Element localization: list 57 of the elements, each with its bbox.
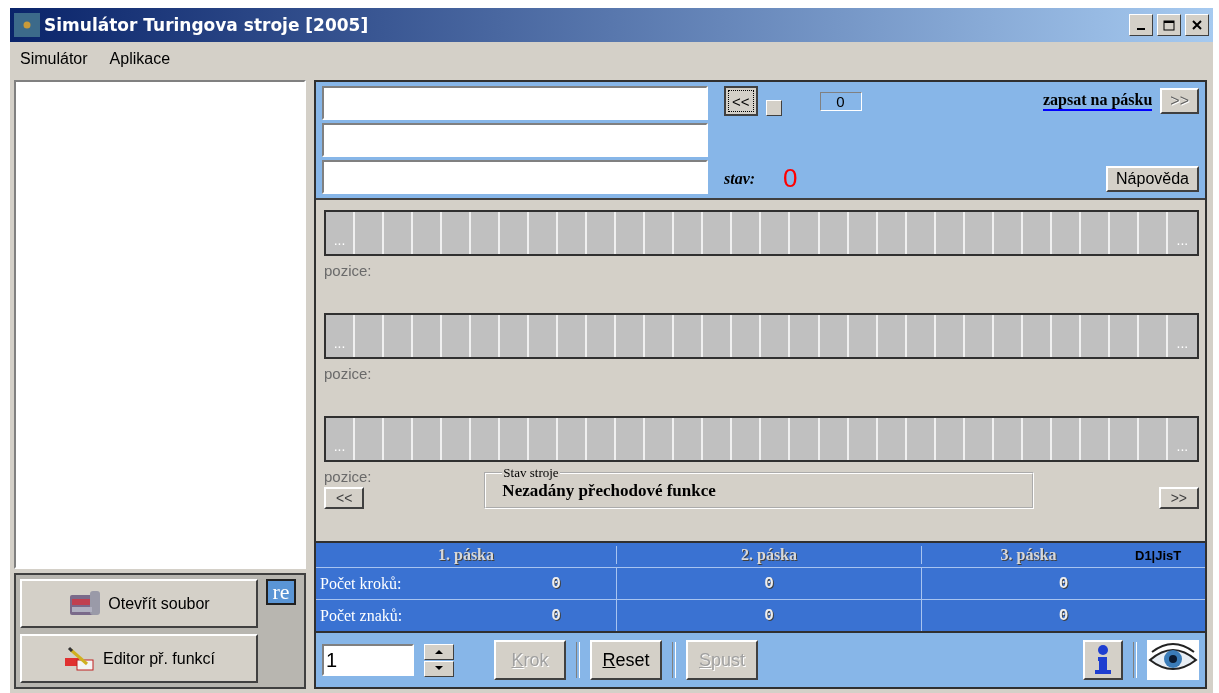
close-icon: [1192, 20, 1202, 30]
tape-start: ...: [326, 418, 355, 460]
eye-icon[interactable]: [1147, 640, 1199, 680]
editor-button[interactable]: Editor př. funkcí: [20, 634, 258, 683]
machine-state-message: Nezadány přechodové funkce: [502, 481, 716, 500]
info-icon: [1092, 644, 1114, 676]
input-field[interactable]: [322, 160, 708, 194]
input-field[interactable]: [322, 123, 708, 157]
info-button[interactable]: [1083, 640, 1123, 680]
prev-button[interactable]: <<: [324, 487, 365, 509]
row-label: Počet kroků:: [316, 566, 496, 600]
column-header: 3. páska: [921, 546, 1135, 564]
table-cell: 0: [764, 575, 774, 593]
column-header: 2. páska: [616, 546, 921, 564]
steps-field[interactable]: 1: [322, 644, 414, 676]
table-cell: 0: [1058, 607, 1069, 625]
menu-item[interactable]: Simulátor: [20, 50, 88, 68]
window-title: Simulátor Turingova stroje [2005]: [44, 15, 370, 35]
back-button[interactable]: <<: [724, 86, 758, 116]
machine-state-legend: Stav stroje: [502, 465, 560, 481]
state-value: 0: [783, 163, 798, 194]
table-cell: 0: [1058, 575, 1069, 593]
state-label: stav:: [724, 169, 756, 188]
close-button[interactable]: [1185, 14, 1209, 36]
position-label: pozice:: [324, 365, 372, 382]
position-label: pozice:: [324, 468, 372, 485]
menu-item[interactable]: Aplikace: [109, 50, 171, 68]
up-arrow-icon: [435, 649, 443, 654]
tape-end: ...: [1175, 231, 1190, 250]
tape-end: ...: [1175, 334, 1190, 353]
column-header: 1. páska: [437, 546, 495, 564]
table-cell: 0: [551, 575, 561, 593]
position-label: pozice:: [324, 262, 372, 279]
spin-down-button[interactable]: [424, 660, 454, 677]
pencil-icon: [62, 645, 97, 672]
tape-start: ...: [326, 212, 355, 254]
table-cell: 0: [551, 607, 561, 625]
counter-field: 0: [819, 91, 862, 111]
down-arrow-icon: [435, 666, 443, 671]
version-tag: D1|JisT: [1135, 547, 1205, 563]
spin-up-button[interactable]: [424, 643, 454, 660]
tape-start: ...: [326, 315, 355, 357]
table-cell: 0: [764, 607, 774, 625]
minimize-icon: [1137, 28, 1145, 30]
write-link[interactable]: zapsat na pásku: [1042, 91, 1153, 111]
maximize-icon: [1163, 19, 1175, 31]
small-button[interactable]: [765, 100, 782, 116]
input-field[interactable]: [322, 86, 708, 120]
help-button[interactable]: Nápověda: [1106, 165, 1199, 192]
re-badge: re: [266, 579, 296, 605]
next-button[interactable]: >>: [1158, 487, 1199, 509]
toolbar-button[interactable]: Reset: [590, 640, 662, 680]
tape-end: ...: [1175, 437, 1190, 456]
maximize-button[interactable]: [1157, 14, 1181, 36]
minimize-button[interactable]: [1129, 14, 1153, 36]
open-file-button[interactable]: Otevřít soubor: [20, 579, 258, 628]
forward-button[interactable]: >>: [1160, 88, 1199, 114]
